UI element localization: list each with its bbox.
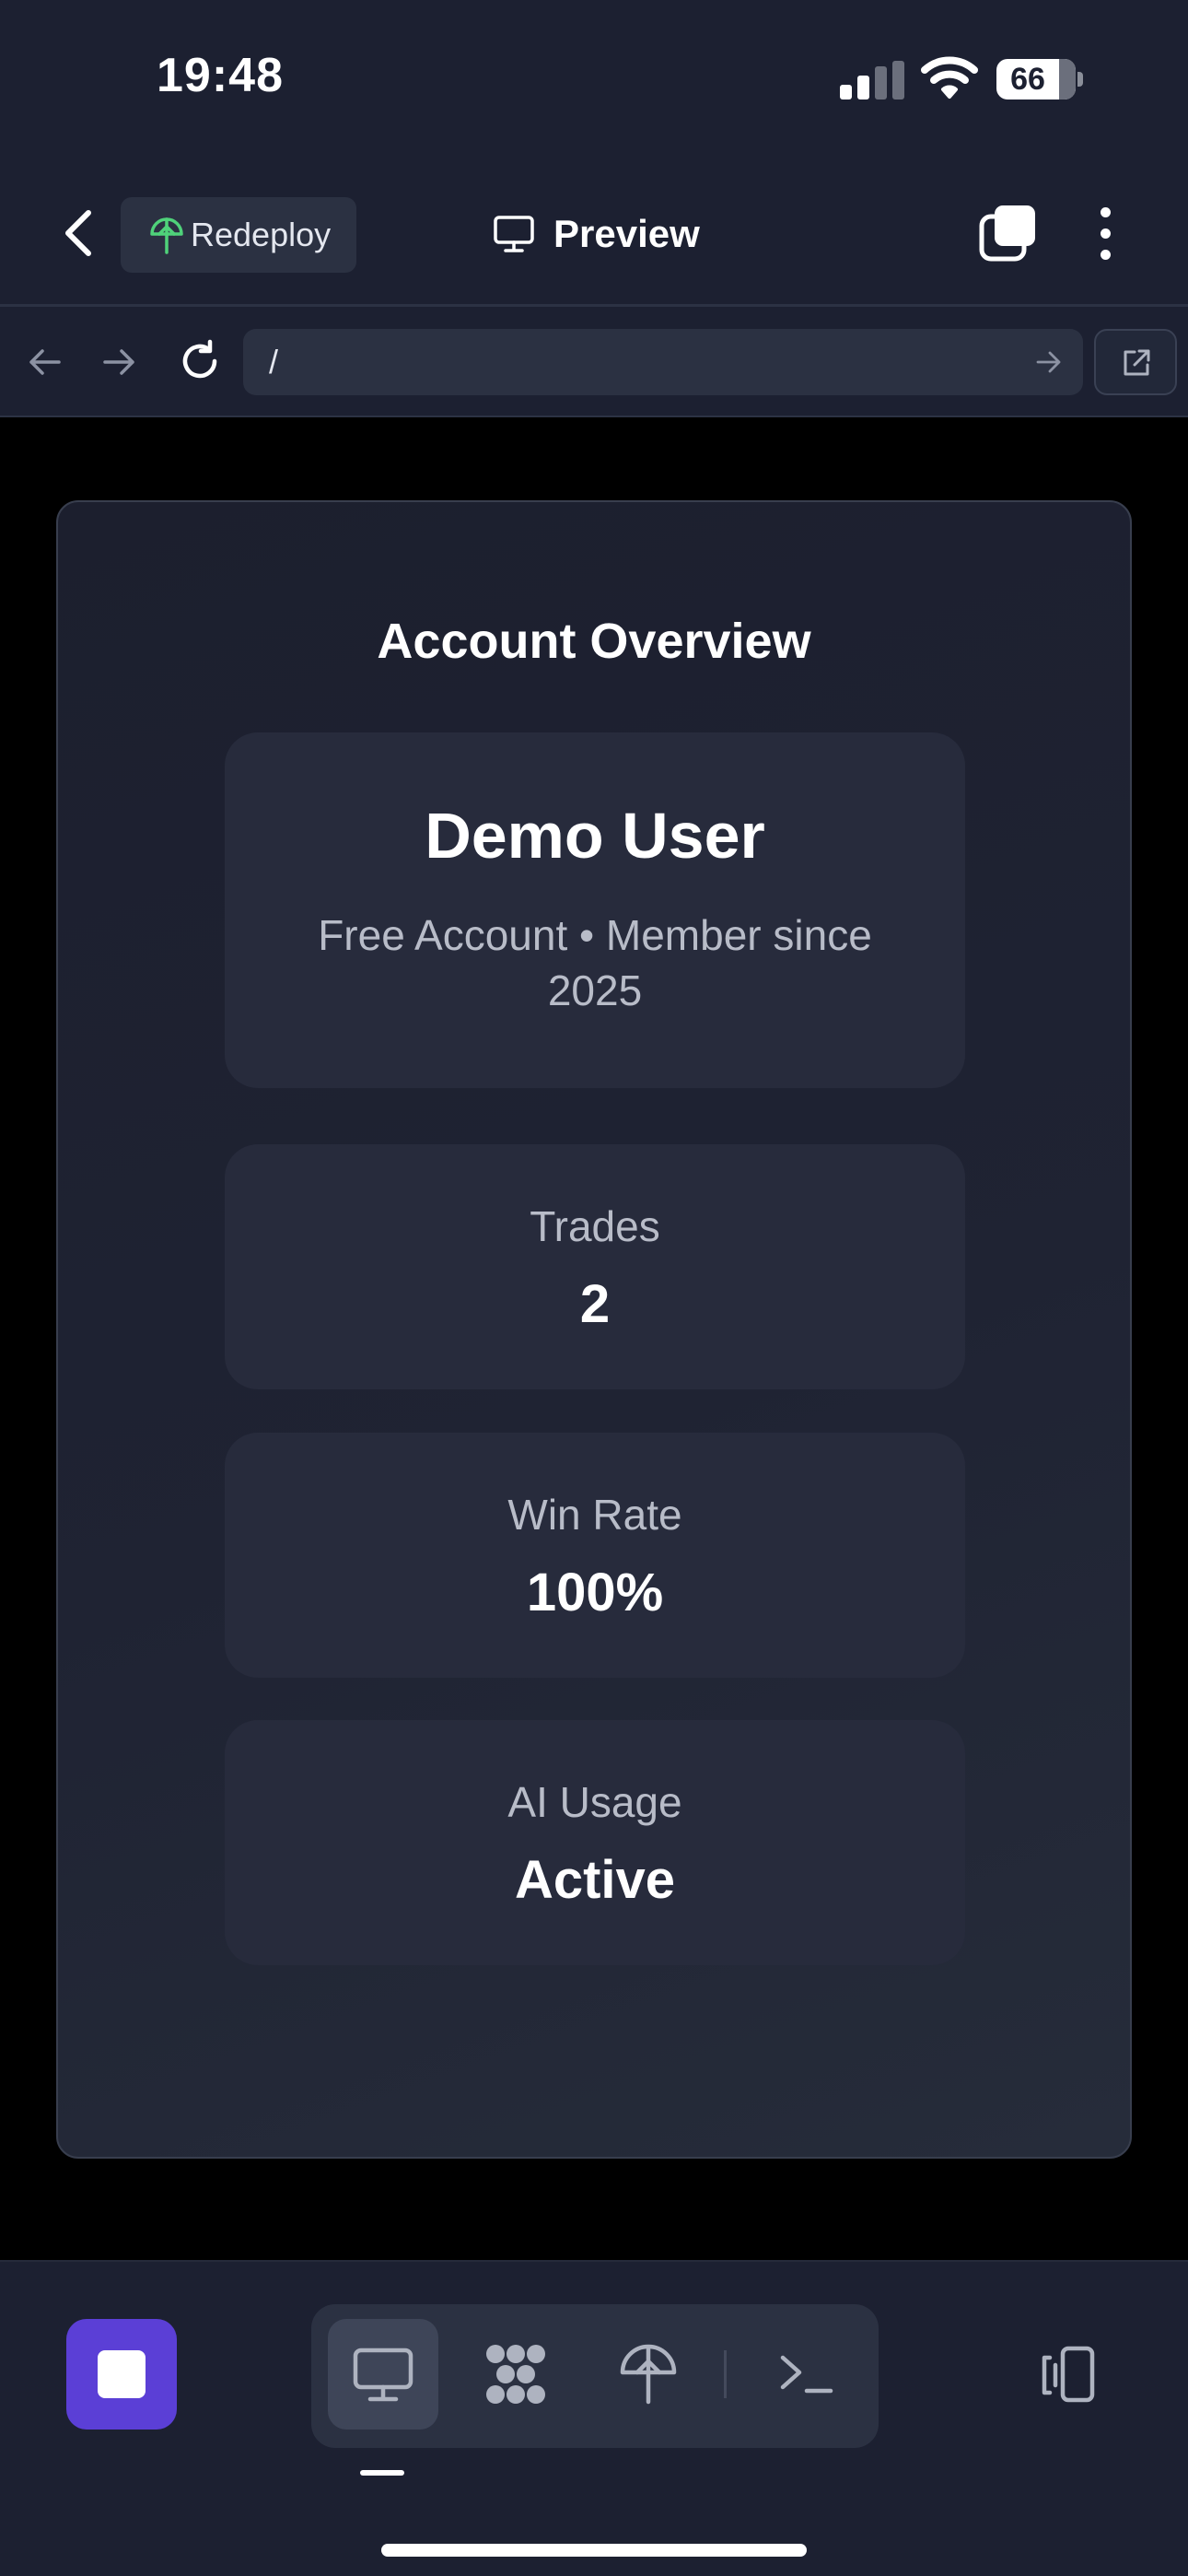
view-ports-button[interactable]: [460, 2319, 571, 2430]
url-input[interactable]: /: [243, 329, 1083, 395]
open-external-icon: [1124, 349, 1150, 376]
ports-icon: [486, 2345, 545, 2404]
active-view-indicator: [360, 2470, 404, 2476]
preview-viewport: Account Overview Demo User Free Account …: [0, 417, 1188, 2260]
redeploy-button[interactable]: Redeploy: [121, 197, 356, 273]
deploy-tree-icon: [150, 217, 183, 254]
app-header: Redeploy Preview: [0, 161, 1188, 307]
profile-subtitle: Free Account • Member since 2025: [318, 911, 872, 1014]
devices-icon[interactable]: [1030, 2339, 1103, 2413]
monitor-icon: [353, 2348, 413, 2402]
switcher-divider: [724, 2350, 727, 2398]
status-bar: 19:48 66: [0, 0, 1188, 161]
deploy-tree-icon: [620, 2344, 677, 2405]
stop-icon: [98, 2350, 146, 2398]
ai-usage-stat-card: AI Usage Active: [225, 1720, 965, 1965]
account-overview-card: Account Overview Demo User Free Account …: [56, 500, 1132, 2159]
page-title: Preview: [553, 212, 700, 255]
battery-level: 66: [1010, 62, 1045, 97]
bottom-toolbar: [0, 2260, 1188, 2576]
stat-label: AI Usage: [507, 1778, 682, 1826]
status-time: 19:48: [157, 49, 284, 102]
battery-icon: 66: [996, 59, 1076, 100]
profile-name: Demo User: [425, 800, 765, 872]
view-switcher: [311, 2304, 879, 2448]
windows-icon[interactable]: [978, 204, 1037, 263]
arrow-right-icon[interactable]: [99, 342, 140, 382]
url-text: /: [269, 343, 279, 381]
cellular-signal-icon: [840, 61, 904, 100]
more-vertical-icon[interactable]: [1096, 207, 1114, 263]
stat-label: Win Rate: [507, 1491, 682, 1539]
arrow-left-icon[interactable]: [24, 342, 64, 382]
battery-tip: [1077, 72, 1083, 87]
reload-icon[interactable]: [177, 338, 223, 384]
win-rate-stat-card: Win Rate 100%: [225, 1433, 965, 1678]
view-shell-button[interactable]: [751, 2319, 862, 2430]
wifi-icon: [921, 56, 978, 99]
open-external-button[interactable]: [1094, 329, 1177, 395]
overview-title: Account Overview: [377, 614, 811, 669]
trades-stat-card: Trades 2: [225, 1144, 965, 1389]
monitor-icon: [494, 216, 534, 252]
chevron-left-icon[interactable]: [53, 205, 105, 261]
view-deploy-button[interactable]: [593, 2319, 704, 2430]
browser-bar: /: [0, 307, 1188, 417]
shell-icon: [780, 2355, 833, 2394]
stop-button[interactable]: [66, 2319, 177, 2430]
home-indicator: [381, 2544, 807, 2557]
view-preview-button[interactable]: [328, 2319, 438, 2430]
stat-label: Trades: [530, 1202, 660, 1250]
redeploy-label: Redeploy: [191, 216, 332, 253]
profile-card: Demo User Free Account • Member since 20…: [225, 732, 965, 1088]
stat-value: 100%: [526, 1563, 664, 1622]
arrow-right-icon[interactable]: [1035, 349, 1063, 375]
stat-value: Active: [514, 1850, 676, 1910]
stat-value: 2: [579, 1274, 611, 1334]
